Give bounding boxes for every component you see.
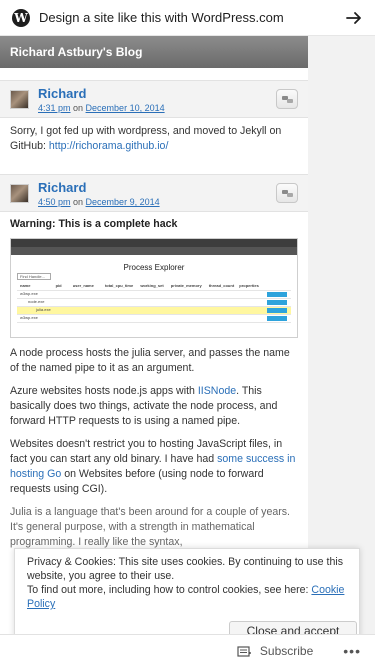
find-handle-button: Find Handle... — [17, 273, 51, 280]
comment-header: Richard 4:31 pm on December 10, 2014 — [0, 80, 308, 118]
comment-time[interactable]: 4:50 pm — [38, 197, 71, 207]
post-paragraph: Julia is a language that's been around f… — [10, 506, 290, 548]
reply-button[interactable] — [276, 183, 298, 203]
table-row: w3wp.exe — [17, 315, 291, 323]
subscribe-icon[interactable] — [237, 645, 252, 658]
header-user: user_name — [72, 283, 94, 288]
cookie-more-text: To find out more, including how to contr… — [27, 583, 347, 611]
post-paragraph: A node process hosts the julia server, a… — [10, 347, 290, 374]
comment-body: Sorry, I got fed up with wordpress, and … — [0, 118, 308, 174]
process-table: name pid user_name total_cpu_time workin… — [17, 283, 291, 323]
post-paragraph: Websites doesn't restrict you to hosting… — [0, 437, 308, 497]
properties-button — [267, 316, 287, 321]
comment-meta: 4:31 pm on December 10, 2014 — [38, 103, 165, 113]
subscribe-button[interactable]: Subscribe — [260, 644, 313, 658]
arrow-right-icon[interactable] — [345, 9, 363, 27]
row-name: julia.exe — [36, 307, 51, 312]
table-header-row: name pid user_name total_cpu_time workin… — [17, 283, 291, 291]
wordpress-logo-icon: W — [12, 8, 30, 27]
wordpress-promo-bar[interactable]: W Design a site like this with WordPress… — [0, 0, 375, 36]
text: To find out more, including how to contr… — [27, 584, 312, 596]
avatar[interactable] — [10, 90, 29, 109]
comment-author[interactable]: Richard — [38, 180, 86, 195]
properties-button — [267, 308, 287, 313]
kudu-nav — [11, 247, 297, 255]
warning-heading: Warning: This is a complete hack — [10, 218, 178, 230]
comment-date-prefix: on — [70, 103, 86, 113]
comment-header: Richard 4:50 pm on December 9, 2014 — [0, 174, 308, 212]
promo-text[interactable]: Design a site like this with WordPress.c… — [39, 10, 345, 25]
blog-title[interactable]: Richard Astbury's Blog — [0, 36, 308, 68]
comment-meta: 4:50 pm on December 9, 2014 — [38, 197, 160, 207]
comment-author[interactable]: Richard — [38, 86, 86, 101]
cookie-banner: Privacy & Cookies: This site uses cookie… — [14, 548, 360, 641]
browser-chrome — [11, 239, 297, 247]
avatar[interactable] — [10, 184, 29, 203]
main-content: Richard 4:31 pm on December 10, 2014 Sor… — [0, 80, 308, 550]
row-name: w3wp.exe — [20, 291, 38, 296]
comment-date[interactable]: December 9, 2014 — [86, 197, 160, 207]
reply-button[interactable] — [276, 89, 298, 109]
text: Azure websites hosts node.js apps with — [10, 385, 198, 397]
header-pid: pid — [55, 283, 62, 288]
cookie-text: Privacy & Cookies: This site uses cookie… — [27, 556, 343, 582]
row-name: node.exe — [28, 299, 45, 304]
properties-button — [267, 300, 287, 305]
header-ws: working_set — [140, 283, 164, 288]
header-name: name — [20, 283, 31, 288]
header-cpu: total_cpu_time — [104, 283, 134, 288]
table-row: w3wp.exe — [17, 291, 291, 299]
comment-link[interactable]: http://richorama.github.io/ — [49, 140, 169, 152]
reply-icon — [282, 190, 293, 197]
post-paragraph: Azure websites hosts node.js apps with I… — [0, 384, 308, 429]
row-name: w3wp.exe — [20, 315, 38, 320]
process-explorer-screenshot[interactable]: Process Explorer Find Handle... name pid… — [10, 238, 298, 338]
comment-time[interactable]: 4:31 pm — [38, 103, 71, 113]
header-threads: thread_count — [208, 283, 235, 288]
comment-date-prefix: on — [70, 197, 86, 207]
reply-icon — [282, 96, 293, 103]
comment-date[interactable]: December 10, 2014 — [86, 103, 165, 113]
iisnode-link[interactable]: IISNode — [198, 385, 236, 397]
bottom-action-bar: Subscribe ••• — [0, 634, 375, 667]
header-props: properties — [239, 283, 259, 288]
table-row: julia.exe — [17, 307, 291, 315]
properties-button — [267, 292, 287, 297]
table-row: node.exe — [17, 299, 291, 307]
header-pm: private_memory — [170, 283, 202, 288]
figure-title: Process Explorer — [123, 263, 185, 272]
more-options-icon[interactable]: ••• — [343, 643, 361, 659]
